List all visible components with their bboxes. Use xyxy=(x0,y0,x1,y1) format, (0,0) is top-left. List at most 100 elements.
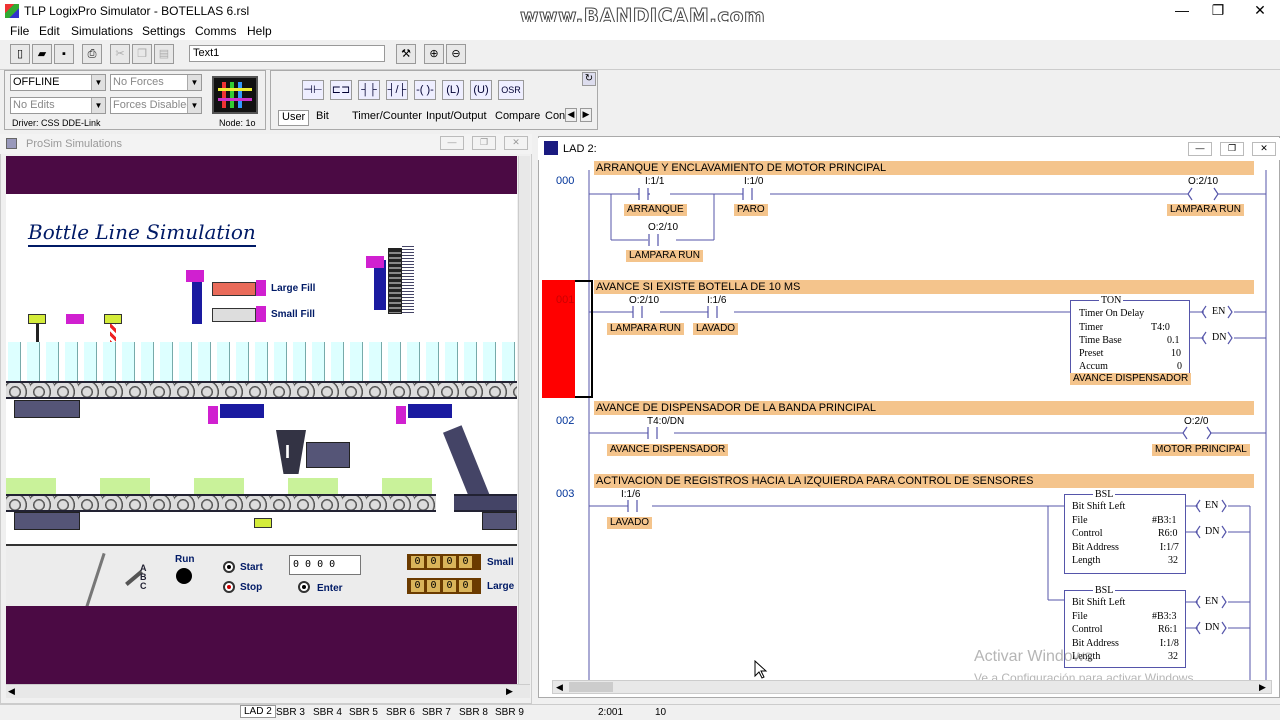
sim-close-icon[interactable]: ✕ xyxy=(504,136,528,150)
start-button[interactable] xyxy=(223,561,235,573)
menu-comms[interactable]: Comms xyxy=(195,24,236,38)
otu-icon[interactable]: (U) xyxy=(470,80,492,100)
scroll-left-icon[interactable]: ◀ xyxy=(8,686,15,697)
sim-restore-icon[interactable]: ❐ xyxy=(472,136,496,150)
xic-icon[interactable]: ┤├ xyxy=(358,80,380,100)
contact-label[interactable]: ARRANQUE xyxy=(624,204,687,216)
close-icon[interactable]: ✕ xyxy=(1238,0,1280,22)
chevron-down-icon: ▼ xyxy=(187,98,201,113)
rung-title[interactable]: AVANCE DE DISPENSADOR DE LA BANDA PRINCI… xyxy=(594,401,1254,415)
scroll-right-icon[interactable]: ▶ xyxy=(1259,682,1266,693)
tab-con[interactable]: Con xyxy=(545,110,565,126)
scroll-right-icon[interactable]: ▶ xyxy=(506,686,513,697)
bsl-name: BSL xyxy=(1093,585,1116,596)
scroll-thumb[interactable] xyxy=(569,682,613,692)
thumbwheel-input[interactable]: 0 0 0 0 xyxy=(289,555,361,575)
ton-label[interactable]: AVANCE DISPENSADOR xyxy=(1070,373,1192,385)
tab-compare[interactable]: Compare xyxy=(495,110,540,126)
stop-button[interactable] xyxy=(223,581,235,593)
xio-icon[interactable]: ┤/├ xyxy=(386,80,408,100)
coil-label[interactable]: LAMPARA RUN xyxy=(1167,204,1244,216)
zoom-out-icon[interactable]: ⊖ xyxy=(446,44,466,64)
menu-edit[interactable]: Edit xyxy=(39,24,60,38)
ladder-restore-icon[interactable]: ❐ xyxy=(1220,142,1244,156)
contact-label[interactable]: PARO xyxy=(734,204,768,216)
contact-label[interactable]: LAMPARA RUN xyxy=(607,323,684,335)
tab-sbr8[interactable]: SBR 8 xyxy=(459,707,488,718)
save-icon[interactable]: ▪ xyxy=(54,44,74,64)
menu-simulations[interactable]: Simulations xyxy=(71,24,133,38)
tab-sbr4[interactable]: SBR 4 xyxy=(313,707,342,718)
ladder-hscrollbar[interactable]: ◀ ▶ xyxy=(552,680,1272,694)
sim-heading: Bottle Line Simulation xyxy=(28,220,256,247)
tab-bit[interactable]: Bit xyxy=(316,110,329,126)
tab-sbr6[interactable]: SBR 6 xyxy=(386,707,415,718)
tab-lad2[interactable]: LAD 2 xyxy=(240,705,276,718)
zoom-in-icon[interactable]: ⊕ xyxy=(424,44,444,64)
contact-icon xyxy=(648,234,659,246)
window-title: TLP LogixPro Simulator - BOTELLAS 6.rsl xyxy=(24,4,250,18)
ton-name: TON xyxy=(1099,295,1124,306)
large-digit: 0 xyxy=(459,580,472,592)
tab-sbr9[interactable]: SBR 9 xyxy=(495,707,524,718)
sim-hscrollbar[interactable]: ◀ ▶ xyxy=(6,684,530,698)
large-counter: 0 0 0 0 xyxy=(407,578,481,594)
enter-button[interactable] xyxy=(298,581,310,593)
refresh-icon[interactable]: ↻ xyxy=(582,72,596,86)
sensor-icon xyxy=(104,314,122,324)
tab-sbr7[interactable]: SBR 7 xyxy=(422,707,451,718)
sim-vscrollbar[interactable] xyxy=(518,156,530,684)
menu-settings[interactable]: Settings xyxy=(142,24,185,38)
bsl-en-output: EN xyxy=(1205,500,1219,511)
otl-icon[interactable]: (L) xyxy=(442,80,464,100)
tab-timer-counter[interactable]: Timer/Counter xyxy=(352,110,422,126)
copy-icon[interactable]: ❐ xyxy=(132,44,152,64)
conveyor-bottom xyxy=(6,494,436,512)
ote-icon[interactable]: -( )- xyxy=(414,80,436,100)
contact-label[interactable]: LAMPARA RUN xyxy=(626,250,703,262)
bsl-block[interactable]: BSL Bit Shift Left File #B3:1 Control R6… xyxy=(1064,489,1186,574)
text-field[interactable]: Text1 xyxy=(189,45,385,62)
contact-label[interactable]: LAVADO xyxy=(693,323,739,335)
ton-block[interactable]: TON Timer On Delay Timer T4:0 Time Base … xyxy=(1070,295,1190,384)
tab-sbr3[interactable]: SBR 3 xyxy=(276,707,305,718)
tab-input-output[interactable]: Input/Output xyxy=(426,110,487,126)
conveyor-bottom-right xyxy=(454,494,517,512)
ton-field-label: Preset xyxy=(1079,348,1104,359)
forces-state-dropdown[interactable]: Forces Disabled ▼ xyxy=(110,97,202,114)
menu-help[interactable]: Help xyxy=(247,24,272,38)
sim-minimize-icon[interactable]: — xyxy=(440,136,464,150)
ladder-minimize-icon[interactable]: — xyxy=(1188,142,1212,156)
maximize-icon[interactable]: ❐ xyxy=(1196,0,1240,22)
motor-icon xyxy=(306,442,350,468)
rung-title[interactable]: AVANCE SI EXISTE BOTELLA DE 10 MS xyxy=(594,280,1254,294)
menu-file[interactable]: File xyxy=(10,24,29,38)
open-folder-icon[interactable]: ▰ xyxy=(32,44,52,64)
forces-dropdown[interactable]: No Forces ▼ xyxy=(110,74,202,91)
tab-user[interactable]: User xyxy=(278,110,310,126)
branch-instr-icon[interactable]: ⊏⊐ xyxy=(330,80,352,100)
tab-scroll-left-icon[interactable]: ◀ xyxy=(565,108,577,122)
tab-sbr5[interactable]: SBR 5 xyxy=(349,707,378,718)
bsl-field-value: I:1/7 xyxy=(1160,542,1179,553)
bsl-field-value: #B3:3 xyxy=(1152,611,1177,622)
scroll-left-icon[interactable]: ◀ xyxy=(556,682,563,693)
mode-dropdown[interactable]: OFFLINE ▼ xyxy=(10,74,106,91)
coil-label[interactable]: MOTOR PRINCIPAL xyxy=(1152,444,1250,456)
edits-dropdown[interactable]: No Edits ▼ xyxy=(10,97,106,114)
osr-button[interactable]: OSR xyxy=(498,80,524,100)
tools-icon[interactable]: ⚒ xyxy=(396,44,416,64)
rung-title[interactable]: ACTIVACION DE REGISTROS HACIA LA IZQUIER… xyxy=(594,474,1254,488)
new-file-icon[interactable]: ▯ xyxy=(10,44,30,64)
paste-icon[interactable]: ▤ xyxy=(154,44,174,64)
cut-icon[interactable]: ✂ xyxy=(110,44,130,64)
contact-label[interactable]: LAVADO xyxy=(607,517,653,529)
contact-label[interactable]: AVANCE DISPENSADOR xyxy=(607,444,729,456)
reject-flag-icon xyxy=(66,314,84,324)
print-icon[interactable]: ⎙ xyxy=(82,44,102,64)
xic-instr-icon[interactable]: ⊣⊢ xyxy=(302,80,324,100)
rung-title[interactable]: ARRANQUE Y ENCLAVAMIENTO DE MOTOR PRINCI… xyxy=(594,161,1254,175)
ladder-close-icon[interactable]: ✕ xyxy=(1252,142,1276,156)
tab-scroll-right-icon[interactable]: ▶ xyxy=(580,108,592,122)
small-digit: 0 xyxy=(427,556,440,568)
